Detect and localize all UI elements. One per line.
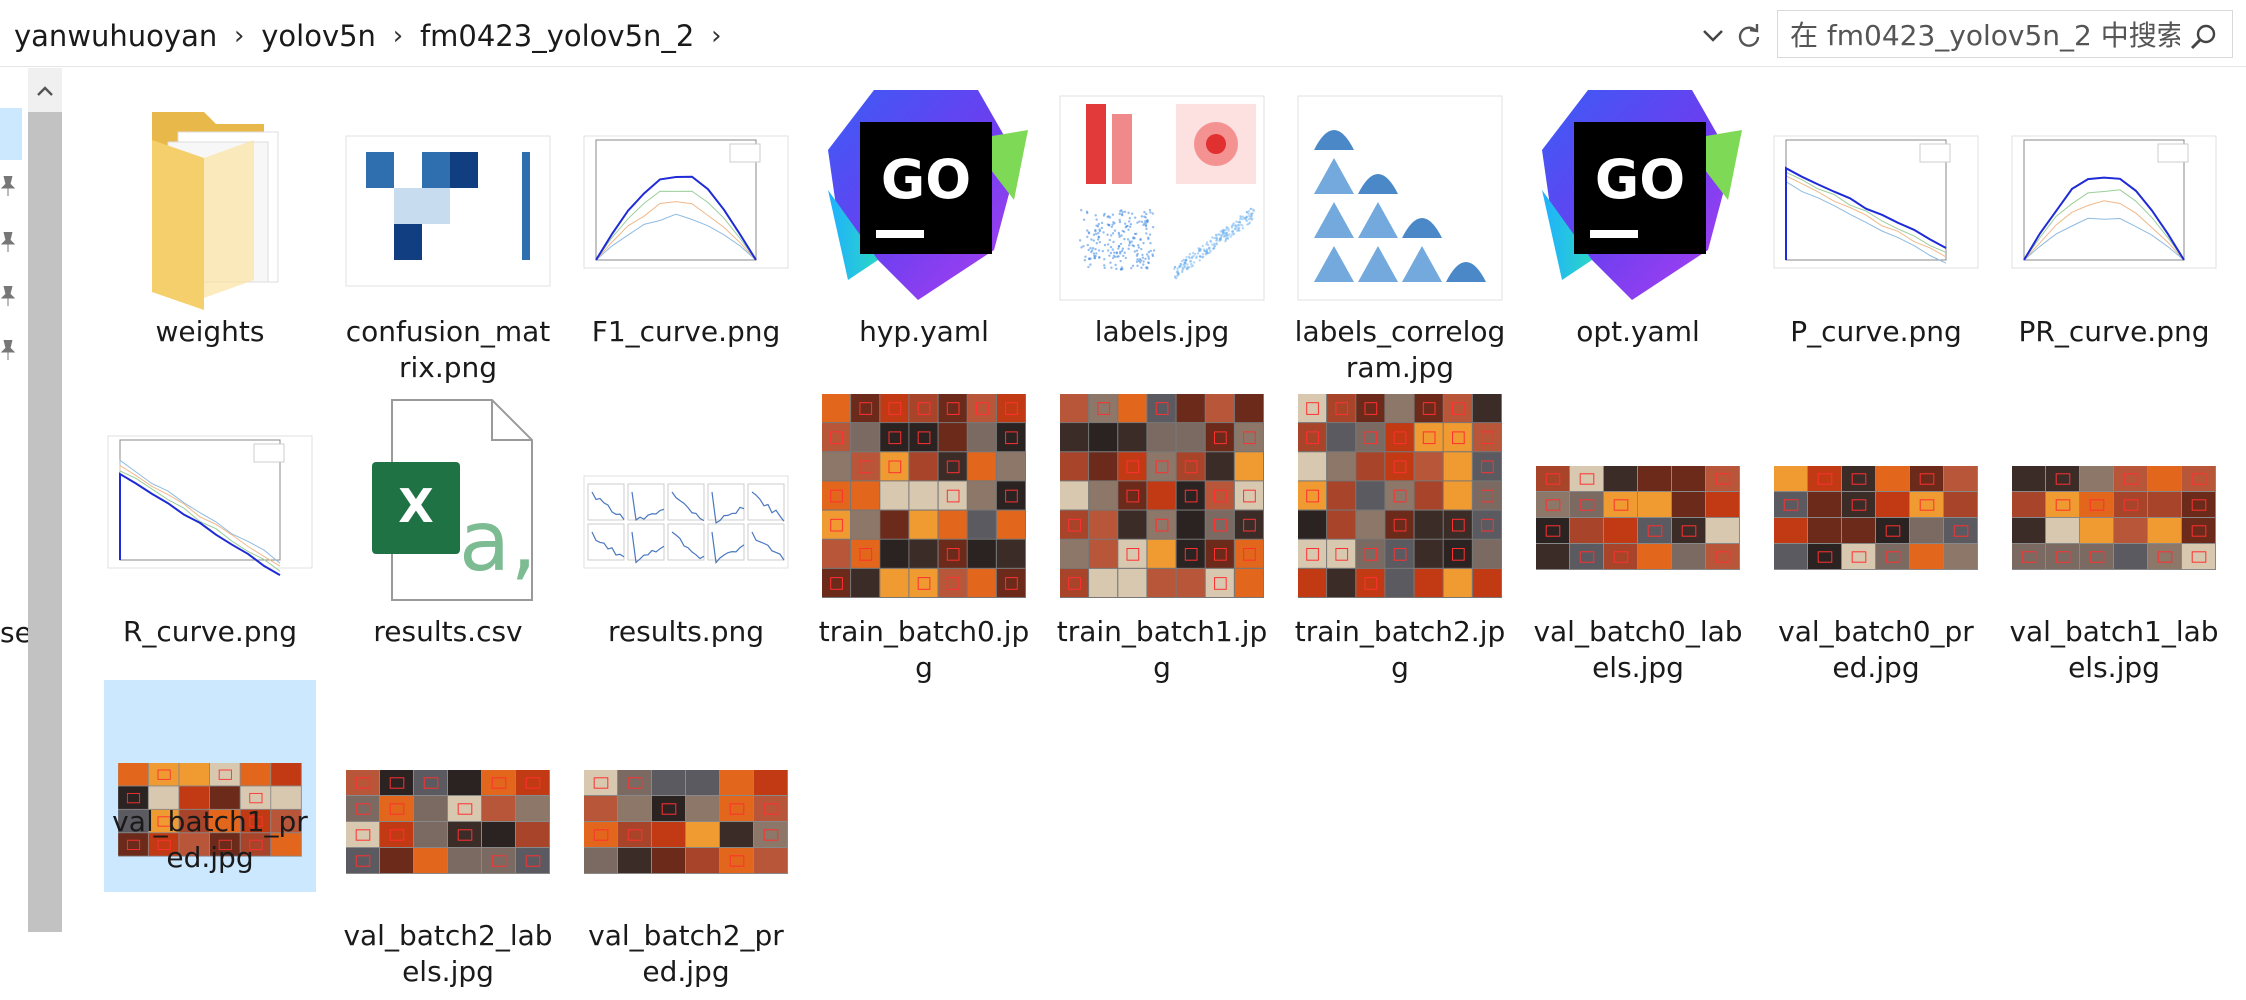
file-item[interactable]: GO hyp.yaml (818, 80, 1030, 396)
file-name-label: weights (155, 315, 265, 348)
image-thumbnail (104, 380, 316, 612)
pin-icon (0, 286, 16, 306)
file-item[interactable]: GO opt.yaml (1532, 80, 1744, 396)
image-thumbnail (1770, 80, 1982, 312)
file-name-label: val_batch2_labels.jpg (343, 919, 553, 988)
file-item[interactable]: val_batch2_pred.jpg (580, 684, 792, 1000)
image-thumbnail (580, 380, 792, 612)
breadcrumb-item-fm0423[interactable]: fm0423_yolov5n_2 (416, 19, 698, 53)
file-item[interactable]: P_curve.png (1770, 80, 1982, 396)
file-item[interactable]: X a, results.csv (342, 380, 554, 696)
file-name-label: confusion_matrix.png (345, 315, 551, 384)
file-item[interactable]: val_batch1_labels.jpg (2008, 380, 2220, 696)
file-item[interactable]: train_batch2.jpg (1294, 380, 1506, 696)
chevron-right-icon[interactable]: › (380, 21, 416, 51)
file-item[interactable]: PR_curve.png (2008, 80, 2220, 396)
file-name-label: R_curve.png (122, 615, 298, 648)
pin-icon (0, 232, 16, 252)
chevron-right-icon[interactable]: › (221, 21, 257, 51)
file-name-label: labels_correlogram.jpg (1294, 315, 1506, 384)
search-input[interactable] (1788, 17, 2182, 53)
file-name-label: labels.jpg (1094, 315, 1230, 348)
svg-text:GO: GO (1595, 148, 1685, 211)
file-item[interactable]: confusion_matrix.png (342, 80, 554, 396)
file-name-label: val_batch1_pred.jpg (112, 805, 308, 874)
file-item[interactable]: labels.jpg (1056, 80, 1268, 396)
goland-file-icon: GO (1532, 80, 1744, 312)
file-item[interactable]: val_batch0_pred.jpg (1770, 380, 1982, 696)
file-name-label: val_batch2_pred.jpg (588, 919, 784, 988)
file-item[interactable]: train_batch0.jpg (818, 380, 1030, 696)
image-thumbnail (342, 80, 554, 312)
file-item[interactable]: weights (104, 80, 316, 396)
svg-text:a,: a, (459, 492, 537, 590)
image-thumbnail (580, 684, 792, 916)
file-name-label: hyp.yaml (859, 315, 989, 348)
file-name-label: F1_curve.png (591, 315, 781, 348)
image-thumbnail (342, 684, 554, 916)
pin-icon (0, 340, 16, 360)
chevron-right-icon[interactable]: › (698, 21, 734, 51)
search-icon[interactable] (2190, 23, 2218, 51)
folder-icon (104, 80, 316, 312)
file-name-label: val_batch1_labels.jpg (2009, 615, 2219, 684)
file-item[interactable]: R_curve.png (104, 380, 316, 696)
file-item[interactable]: labels_correlogram.jpg (1294, 80, 1506, 396)
breadcrumb: yanwuhuoyan › yolov5n › fm0423_yolov5n_2… (10, 14, 734, 58)
image-thumbnail (1056, 80, 1268, 312)
file-name-label: train_batch1.jpg (1056, 615, 1268, 684)
file-name-label: val_batch0_pred.jpg (1778, 615, 1974, 684)
file-item[interactable]: train_batch1.jpg (1056, 380, 1268, 696)
goland-file-icon: GO (818, 80, 1030, 312)
file-name-label: train_batch0.jpg (818, 615, 1030, 684)
image-thumbnail (1294, 380, 1506, 612)
search-box[interactable] (1777, 10, 2233, 58)
scroll-up-button[interactable] (28, 68, 62, 114)
refresh-icon (1738, 24, 1760, 47)
excel-file-icon: X a, (342, 380, 554, 612)
nav-selected-item[interactable] (0, 108, 22, 160)
file-name-label: opt.yaml (1576, 315, 1700, 348)
file-name-label: results.csv (373, 615, 523, 648)
file-item[interactable]: val_batch2_labels.jpg (342, 684, 554, 1000)
scrollbar-thumb[interactable] (28, 112, 62, 932)
history-dropdown-button[interactable] (1696, 14, 1730, 58)
image-thumbnail (2008, 380, 2220, 612)
file-name-label: results.png (608, 615, 764, 648)
file-item[interactable]: val_batch0_labels.jpg (1532, 380, 1744, 696)
image-thumbnail (1770, 380, 1982, 612)
svg-text:GO: GO (881, 148, 971, 211)
chevron-up-icon (37, 86, 53, 96)
address-bar: yanwuhuoyan › yolov5n › fm0423_yolov5n_2… (0, 0, 2246, 67)
file-name-label: val_batch0_labels.jpg (1533, 615, 1743, 684)
image-thumbnail (818, 380, 1030, 612)
file-name-label: PR_curve.png (2018, 315, 2210, 348)
refresh-button[interactable] (1732, 14, 1766, 58)
file-item[interactable]: results.png (580, 380, 792, 696)
image-thumbnail (2008, 80, 2220, 312)
svg-text:X: X (398, 479, 433, 533)
image-thumbnail (1056, 380, 1268, 612)
breadcrumb-item-yolov5n[interactable]: yolov5n (257, 19, 380, 53)
image-thumbnail (1532, 380, 1744, 612)
breadcrumb-item-yanwuhuoyan[interactable]: yanwuhuoyan (10, 19, 221, 53)
pin-icon (0, 176, 16, 196)
image-thumbnail (580, 80, 792, 312)
file-name-label: train_batch2.jpg (1294, 615, 1506, 684)
file-name-label: P_curve.png (1790, 315, 1962, 348)
image-thumbnail (1294, 80, 1506, 312)
chevron-down-icon (1703, 30, 1723, 42)
file-item[interactable]: F1_curve.png (580, 80, 792, 396)
file-item[interactable]: val_batch1_pred.jpg (104, 680, 316, 892)
